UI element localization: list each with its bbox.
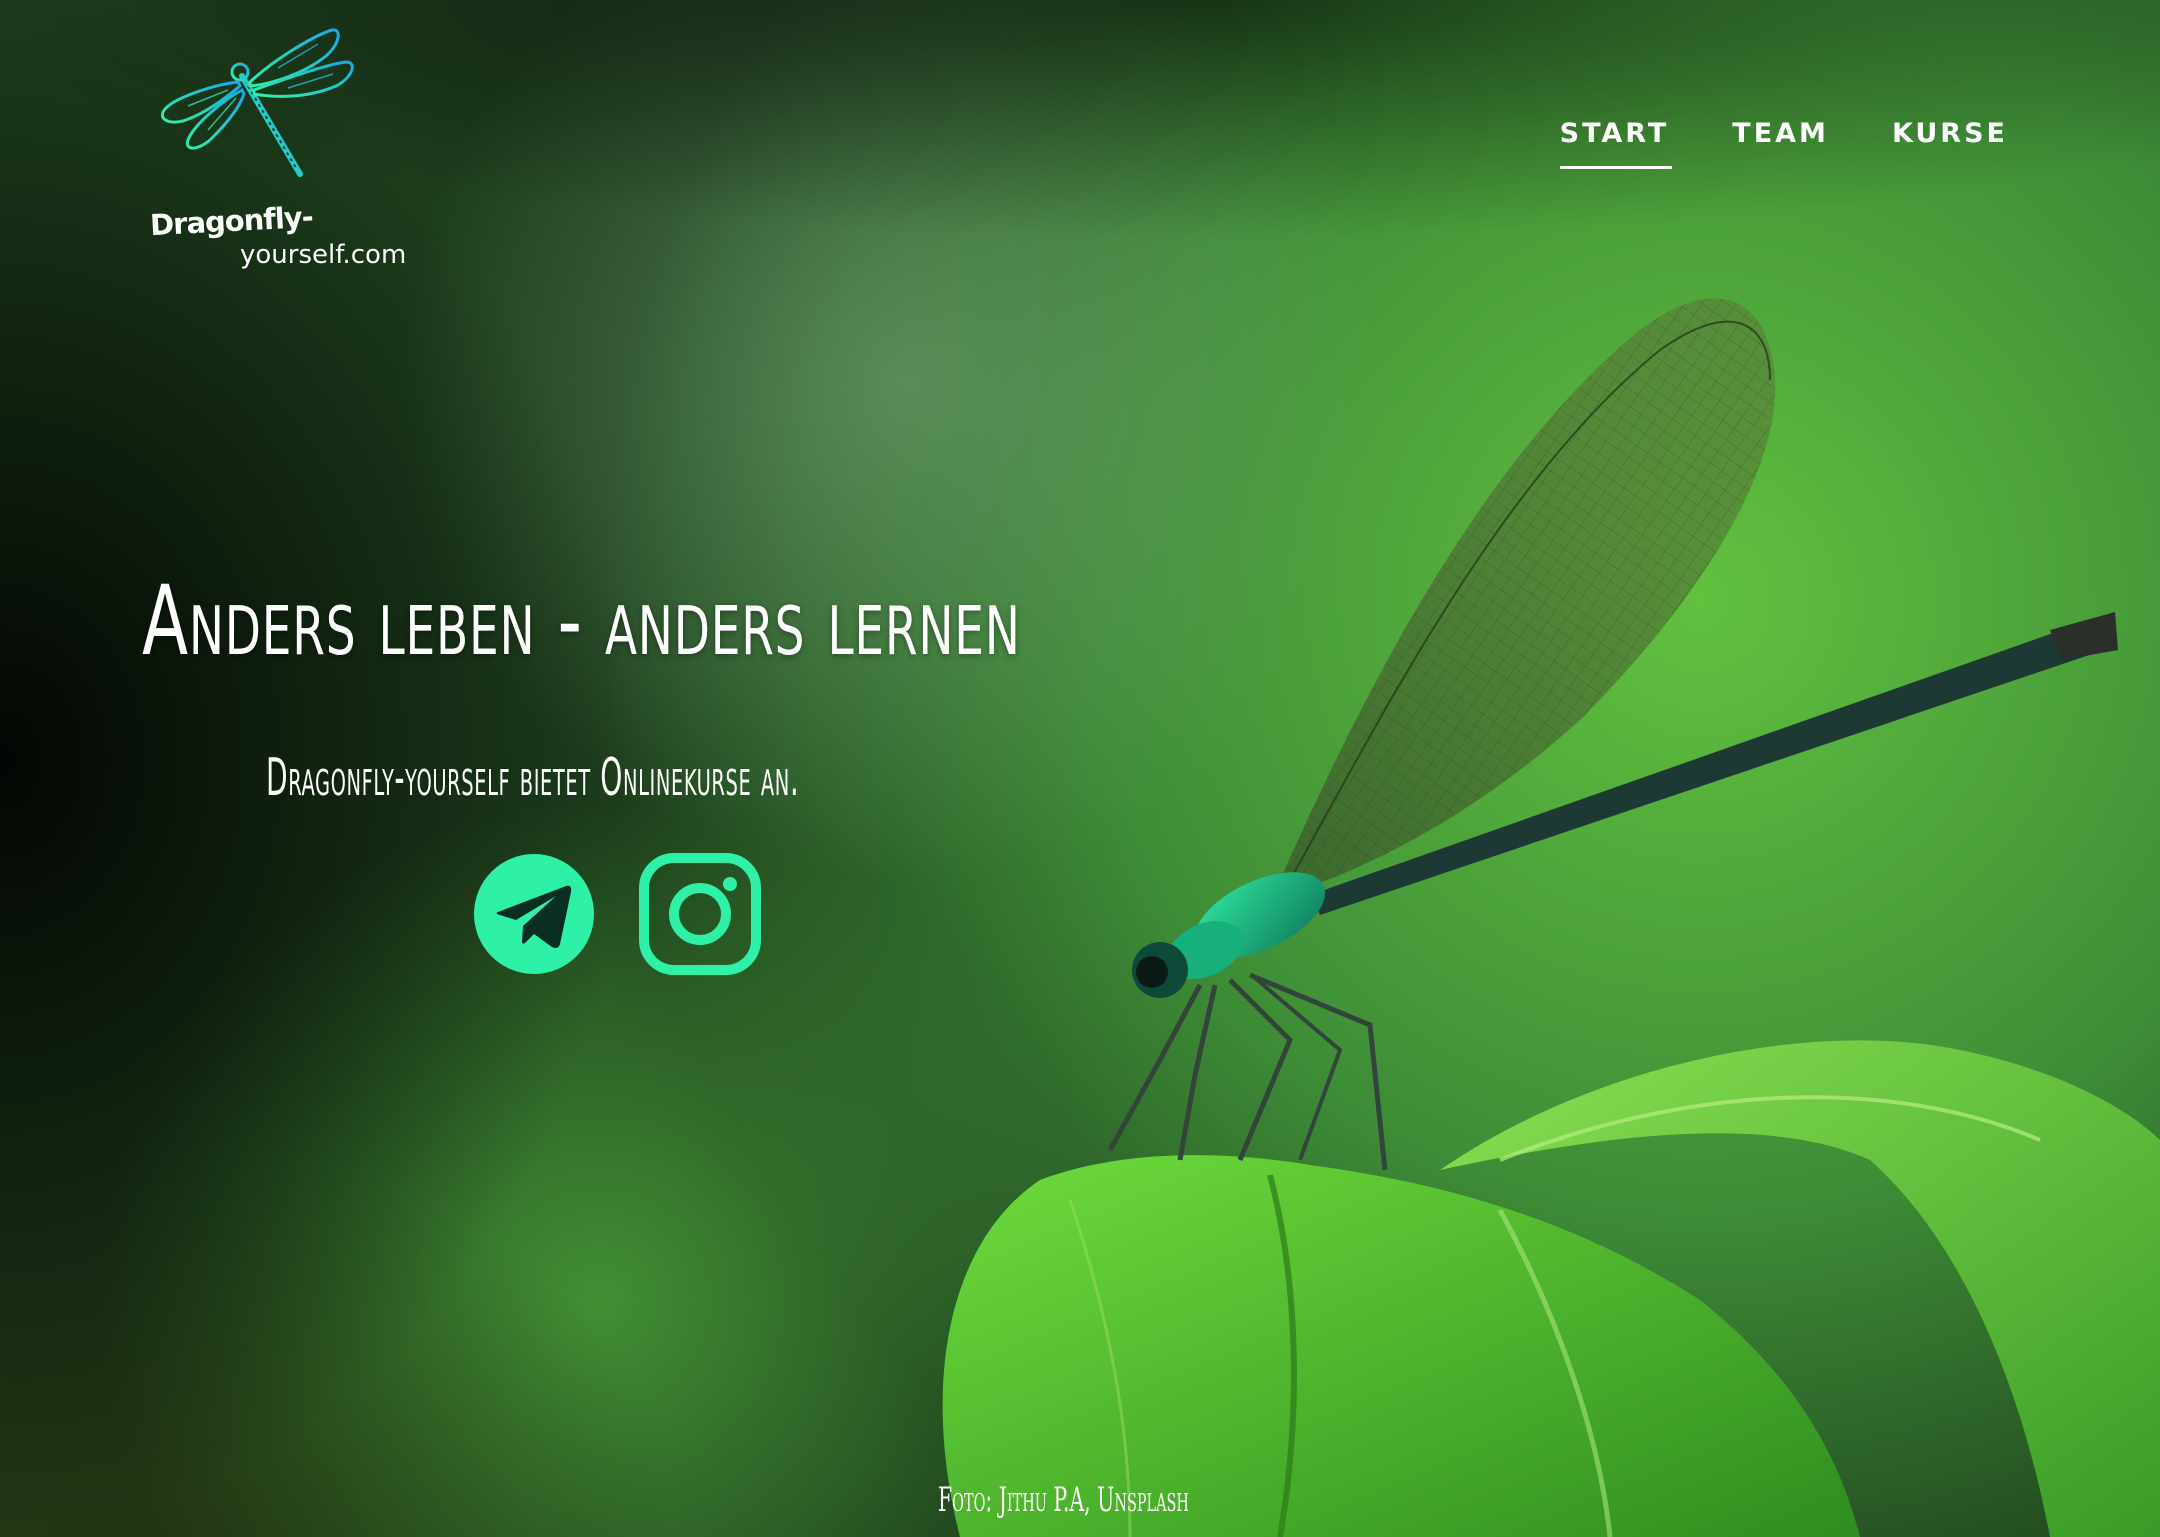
nav-item-team[interactable]: TEAM bbox=[1732, 118, 1829, 169]
hero-section: Dragonfly- yourself.com START TEAM KURSE… bbox=[0, 0, 2160, 1537]
nav-item-kurse[interactable]: KURSE bbox=[1892, 118, 2008, 169]
photo-credit: Foto: Jithu P.A, Unsplash bbox=[938, 1480, 1189, 1520]
hero-subline: Dragonfly-yourself bietet Onlinekurse an… bbox=[266, 748, 800, 808]
instagram-link[interactable] bbox=[638, 852, 762, 976]
nav-item-start[interactable]: START bbox=[1559, 118, 1672, 169]
dragonfly-logo-icon bbox=[160, 28, 354, 177]
telegram-icon bbox=[474, 854, 594, 974]
instagram-icon bbox=[639, 853, 761, 975]
logo-text-line2: yourself.com bbox=[240, 240, 407, 270]
telegram-link[interactable] bbox=[472, 852, 596, 976]
logo-text-line1: Dragonfly- bbox=[149, 199, 314, 243]
main-navigation: START TEAM KURSE bbox=[1559, 118, 2008, 169]
social-links bbox=[472, 852, 762, 976]
site-logo[interactable]: Dragonfly- yourself.com bbox=[148, 26, 406, 270]
hero-headline: Anders leben - anders lernen bbox=[142, 565, 1021, 677]
